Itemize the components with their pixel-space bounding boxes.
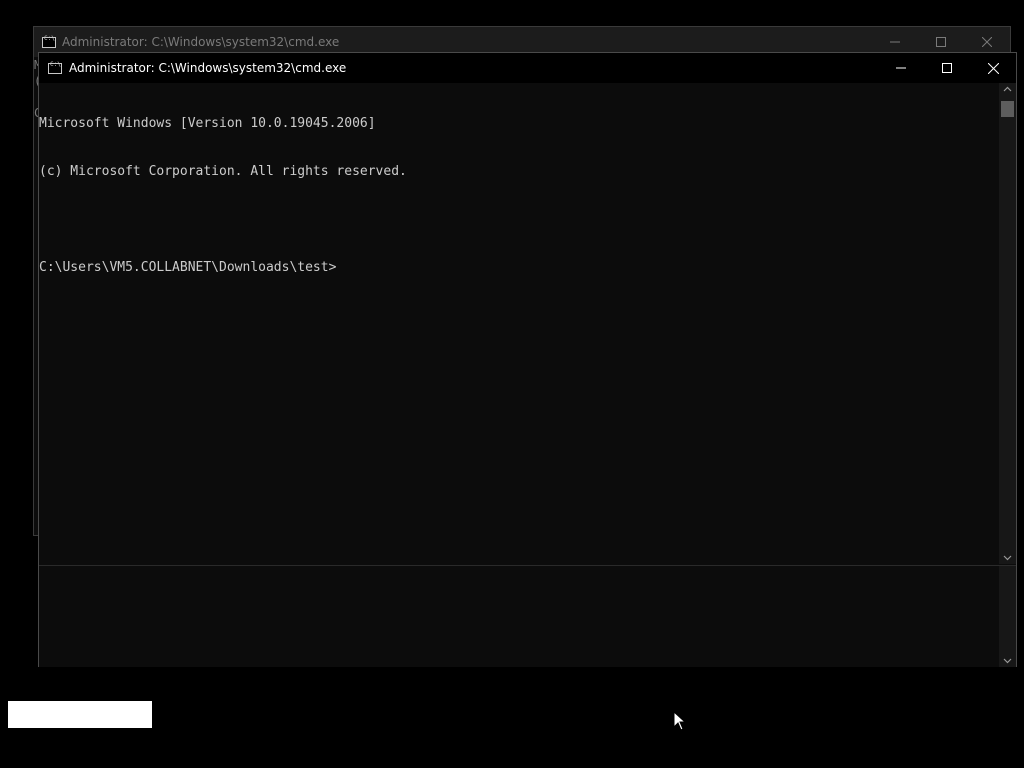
foreground-cmd-window[interactable]: Administrator: C:\Windows\system32\cmd.e…	[38, 52, 1017, 667]
close-button[interactable]	[970, 53, 1016, 83]
background-window-title: Administrator: C:\Windows\system32\cmd.e…	[62, 35, 340, 49]
minimize-icon	[896, 67, 906, 69]
maximize-icon	[942, 63, 952, 73]
window-titlebar[interactable]: Administrator: C:\Windows\system32\cmd.e…	[39, 53, 1016, 83]
cmd-icon	[48, 61, 62, 74]
chevron-up-icon[interactable]	[1003, 85, 1012, 94]
mouse-pointer-icon	[673, 711, 687, 731]
scrollbar-thumb[interactable]	[1001, 101, 1014, 117]
command-prompt[interactable]: C:\Users\VM5.COLLABNET\Downloads\test>	[39, 260, 999, 276]
cmd-icon	[42, 35, 56, 48]
console-line: (c) Microsoft Corporation. All rights re…	[39, 164, 407, 179]
console-output[interactable]: Microsoft Windows [Version 10.0.19045.20…	[39, 83, 999, 564]
maximize-button[interactable]	[924, 53, 970, 83]
maximize-icon	[936, 37, 946, 47]
close-icon	[987, 62, 999, 74]
desktop: Administrator: C:\Windows\system32\cmd.e…	[0, 0, 1024, 768]
chevron-down-icon[interactable]	[1003, 553, 1012, 562]
lower-vertical-scrollbar[interactable]	[999, 566, 1016, 667]
white-box	[8, 701, 152, 728]
vertical-scrollbar[interactable]	[999, 83, 1016, 564]
minimize-button[interactable]	[878, 53, 924, 83]
console-line: Microsoft Windows [Version 10.0.19045.20…	[39, 116, 376, 131]
minimize-icon	[890, 41, 900, 43]
lower-console-pane[interactable]	[39, 565, 1016, 667]
close-icon	[982, 37, 992, 47]
window-title: Administrator: C:\Windows\system32\cmd.e…	[69, 61, 347, 75]
chevron-down-icon[interactable]	[1003, 656, 1012, 665]
